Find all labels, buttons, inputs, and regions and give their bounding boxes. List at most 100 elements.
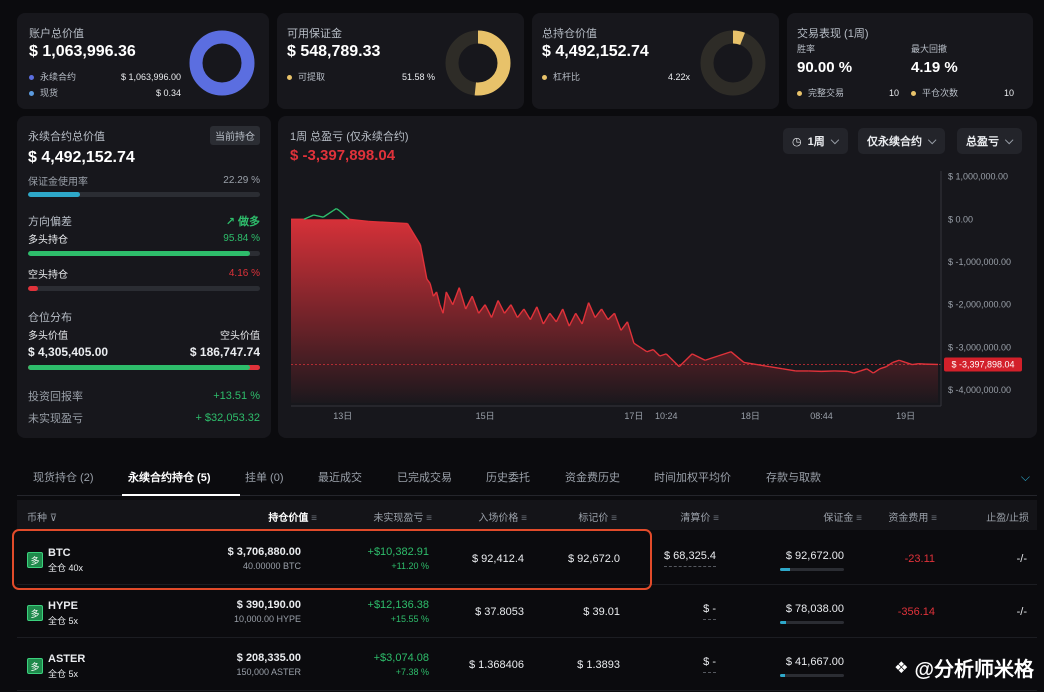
tab-5[interactable]: 历史委托 bbox=[486, 469, 530, 485]
margin-bar bbox=[780, 674, 844, 677]
coin-symbol[interactable]: ASTER bbox=[48, 653, 85, 665]
column-header-label: 入场价格 bbox=[478, 513, 519, 524]
legend-value: 10 bbox=[888, 87, 899, 98]
sort-icon: ≡ bbox=[423, 513, 432, 524]
roi-row: 投资回报率 +13.51 % bbox=[28, 388, 260, 404]
column-header-1[interactable]: 持仓价值 ≡ bbox=[268, 509, 317, 524]
liquidation-price: $ - bbox=[703, 603, 716, 620]
watermark: ❖ @分析师米格 bbox=[894, 653, 1034, 682]
column-header-3[interactable]: 入场价格 ≡ bbox=[478, 509, 527, 524]
margin-amount: $ 41,667.00 bbox=[785, 656, 844, 668]
column-header-8[interactable]: 止盈/止损 bbox=[986, 509, 1029, 524]
account-donut bbox=[189, 30, 255, 96]
long-label: 多头持仓 bbox=[28, 235, 68, 246]
coin-symbol[interactable]: HYPE bbox=[48, 600, 78, 612]
unrealized-pnl: +$3,074.08 bbox=[373, 652, 429, 664]
completed-trades: 完整交易 10 bbox=[797, 86, 899, 99]
column-header-5[interactable]: 清算价 ≡ bbox=[680, 509, 719, 524]
tab-7[interactable]: 时间加权平均价 bbox=[654, 469, 731, 485]
tab-3[interactable]: 最近成交 bbox=[318, 469, 362, 485]
long-badge: 多 bbox=[27, 658, 43, 674]
y-tick-label: $ 0.00 bbox=[948, 214, 973, 224]
bar-fill bbox=[28, 365, 251, 370]
bar-fill bbox=[780, 674, 786, 677]
margin-value: $ 548,789.33 bbox=[287, 43, 381, 60]
pnl-area-chart[interactable]: $ -3,397,898.04 $ 1,000,000.00 $ 0.00 $ -1… bbox=[278, 116, 1037, 438]
donut-track bbox=[700, 30, 766, 96]
perp-title-row: 永续合约总价值 当前持仓 bbox=[28, 126, 260, 145]
legend-withdrawable: 可提取 51.58 % bbox=[287, 70, 435, 83]
short-row: 空头持仓 4.16 % bbox=[28, 266, 260, 281]
trade-performance-card: 交易表现 (1周) 胜率 90.00 % 最大回撤 4.19 % 完整交易 10… bbox=[787, 13, 1033, 109]
margin-bar bbox=[780, 568, 844, 571]
legend-dot bbox=[29, 91, 34, 97]
pnl-line-segment bbox=[339, 210, 350, 220]
column-header-6[interactable]: 保证金 ≡ bbox=[823, 509, 862, 524]
upnl-value: + $32,053.32 bbox=[195, 412, 260, 424]
legend-label: 永续合约 bbox=[40, 72, 77, 82]
short-label: 空头持仓 bbox=[28, 270, 68, 281]
legend-dot bbox=[29, 75, 34, 81]
current-position-tag[interactable]: 当前持仓 bbox=[210, 126, 260, 145]
table-row[interactable]: 多 HYPE 全仓 5x $ 390,190.00 10,000.00 HYPE +$12… bbox=[17, 586, 1037, 638]
tp-sl[interactable]: -/- bbox=[1017, 606, 1027, 618]
tab-1[interactable]: 永续合约持仓 (5) bbox=[128, 469, 211, 485]
bar-fill bbox=[780, 568, 790, 571]
position-size: 150,000 ASTER bbox=[236, 667, 301, 677]
max-drawdown-value: 4.19 % bbox=[911, 59, 958, 76]
column-header-2[interactable]: 未实现盈亏 ≡ bbox=[373, 509, 432, 524]
y-tick-label: $ -4,000,000.00 bbox=[948, 385, 1011, 395]
margin-usage-bar bbox=[28, 192, 260, 197]
roi-label: 投资回报率 bbox=[28, 391, 83, 403]
tab-8[interactable]: 存款与取款 bbox=[766, 469, 821, 485]
legend-dot bbox=[287, 75, 292, 81]
column-header-4[interactable]: 标记价 ≡ bbox=[578, 509, 617, 524]
legend-dot bbox=[911, 91, 916, 97]
upnl-label: 未实现盈亏 bbox=[28, 413, 83, 425]
perp-value: $ 4,492,152.74 bbox=[28, 149, 135, 166]
legend-perp: 永续合约 $ 1,063,996.00 bbox=[29, 70, 181, 83]
column-header-7[interactable]: 资金费用 ≡ bbox=[888, 509, 937, 524]
legend-label: 平仓次数 bbox=[922, 88, 959, 98]
long-bar bbox=[28, 251, 260, 256]
short-position-value: $ 186,747.74 bbox=[189, 345, 260, 359]
tab-4[interactable]: 已完成交易 bbox=[397, 469, 452, 485]
table-row[interactable]: 多 ASTER 全仓 5x $ 208,335.00 150,000 ASTER +$3,… bbox=[17, 639, 1037, 691]
long-position-value: $ 4,305,405.00 bbox=[28, 345, 109, 359]
tab-0[interactable]: 现货持仓 (2) bbox=[33, 469, 94, 485]
perp-summary-card: 永续合约总价值 当前持仓 $ 4,492,152.74 保证金使用率 22.29… bbox=[17, 116, 271, 438]
bias-value-wrap: ↗ 做多 bbox=[226, 213, 260, 229]
bar-fill bbox=[28, 251, 251, 256]
tab-6[interactable]: 资金费历史 bbox=[565, 469, 620, 485]
tab-2[interactable]: 挂单 (0) bbox=[245, 469, 284, 485]
account-value: $ 1,063,996.36 bbox=[29, 43, 136, 60]
last-value-badge: $ -3,397,898.04 bbox=[944, 357, 1022, 372]
y-tick-label: $ -2,000,000.00 bbox=[948, 300, 1011, 310]
roi-value: +13.51 % bbox=[213, 390, 260, 402]
margin-usage-row: 保证金使用率 22.29 % bbox=[28, 173, 260, 188]
leverage-donut bbox=[700, 30, 766, 96]
margin-donut bbox=[445, 30, 511, 96]
legend-label: 杠杆比 bbox=[553, 72, 581, 82]
collapse-chevron-icon[interactable]: ⌵ bbox=[1021, 470, 1030, 485]
total-position-card: 总持仓价值 $ 4,492,152.74 杠杆比 4.22x bbox=[532, 13, 779, 109]
funding-fee: -356.14 bbox=[897, 606, 935, 618]
column-header-label: 持仓价值 bbox=[268, 513, 309, 524]
short-value: 4.16 % bbox=[228, 268, 260, 279]
distribution-bar bbox=[28, 365, 260, 370]
close-count: 平仓次数 10 bbox=[911, 86, 1014, 99]
column-header-0[interactable]: 币种 ⊽ bbox=[27, 509, 57, 524]
legend-value: 51.58 % bbox=[401, 71, 435, 82]
available-margin-card: 可用保证金 $ 548,789.33 可提取 51.58 % bbox=[277, 13, 524, 109]
x-tick-label: 10:24 bbox=[655, 411, 678, 421]
y-tick-label: $ -1,000,000.00 bbox=[948, 257, 1011, 267]
pnl-line-segment bbox=[332, 208, 337, 212]
tp-sl[interactable]: -/- bbox=[1017, 553, 1027, 565]
bias-label: 方向偏差 bbox=[28, 216, 72, 228]
legend-leverage: 杠杆比 4.22x bbox=[542, 70, 690, 83]
legend-value: $ 0.34 bbox=[155, 87, 181, 98]
sort-icon: ≡ bbox=[853, 513, 862, 524]
legend-label: 可提取 bbox=[298, 72, 326, 82]
x-tick-label: 13日 bbox=[333, 411, 352, 421]
long-value-label: 多头价值 bbox=[28, 331, 68, 342]
